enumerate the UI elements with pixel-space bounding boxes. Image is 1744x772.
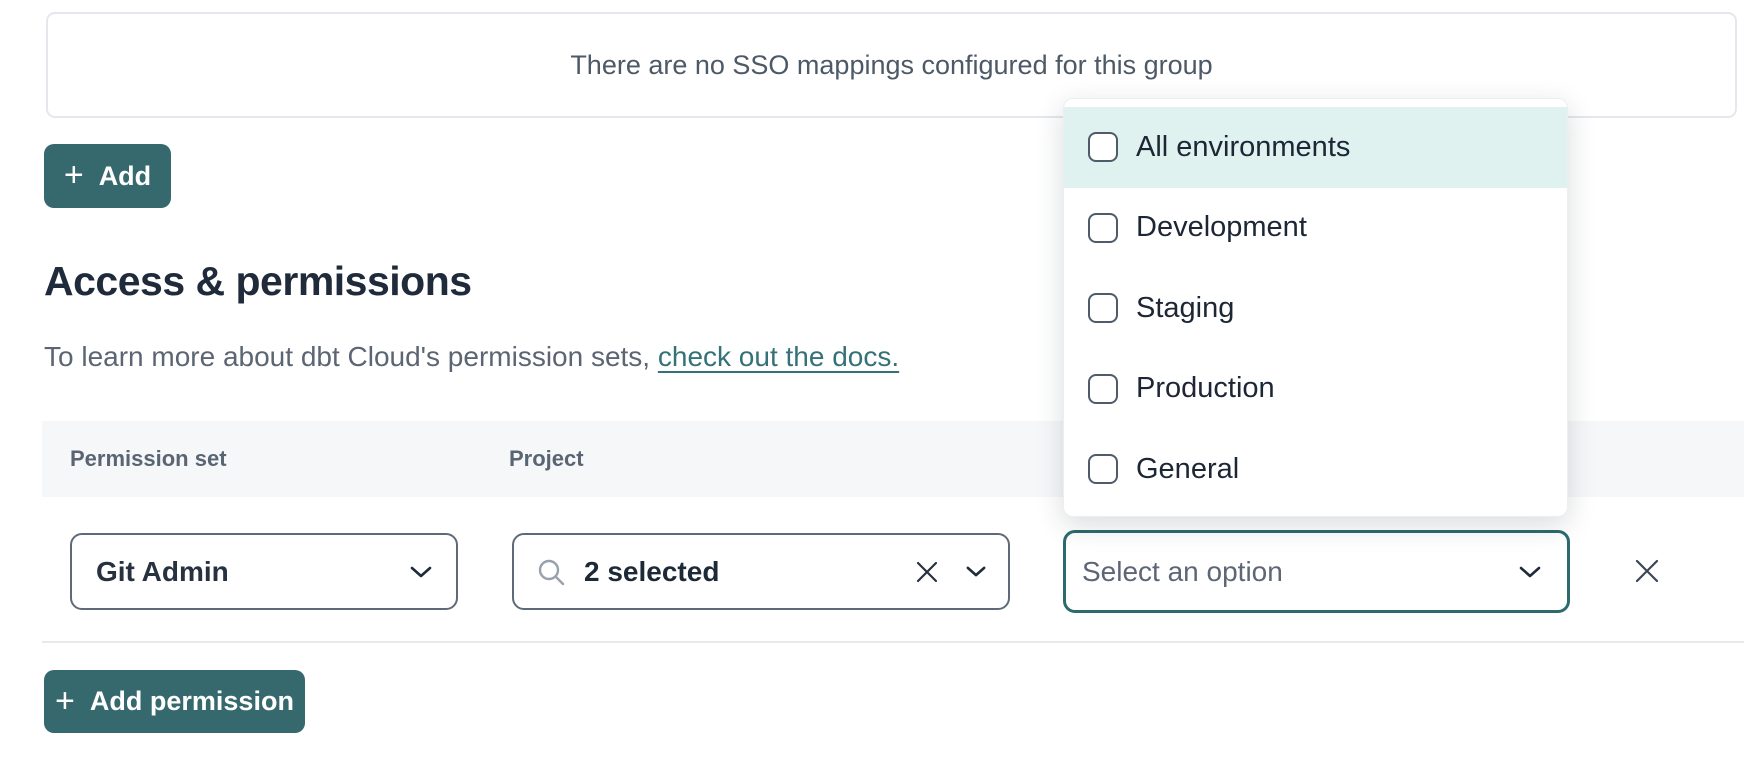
section-description: To learn more about dbt Cloud's permissi… [44, 341, 899, 373]
add-sso-mapping-button[interactable]: + Add [44, 144, 171, 208]
environment-select[interactable]: Select an option [1063, 530, 1570, 613]
dropdown-option-development[interactable]: Development [1064, 188, 1567, 269]
permission-set-select[interactable]: Git Admin [70, 533, 458, 610]
chevron-down-icon [410, 565, 432, 579]
remove-row-x-icon [1633, 557, 1661, 585]
table-row-divider [42, 641, 1744, 643]
dropdown-option-staging[interactable]: Staging [1064, 268, 1567, 349]
search-icon [536, 557, 566, 587]
environment-placeholder: Select an option [1082, 556, 1519, 588]
clear-x-icon[interactable] [914, 559, 940, 585]
dropdown-option-all-environments[interactable]: All environments [1064, 107, 1567, 188]
sso-empty-state-message: There are no SSO mappings configured for… [570, 50, 1212, 81]
checkbox[interactable] [1088, 213, 1118, 243]
project-selected-count: 2 selected [584, 556, 914, 588]
permission-set-value: Git Admin [96, 556, 410, 588]
option-label: Production [1136, 372, 1275, 405]
checkbox[interactable] [1088, 132, 1118, 162]
add-permission-button[interactable]: + Add permission [44, 670, 305, 733]
project-select[interactable]: 2 selected [512, 533, 1010, 610]
dropdown-option-general[interactable]: General [1064, 429, 1567, 510]
column-header-project: Project [509, 446, 584, 472]
option-label: Development [1136, 211, 1307, 244]
docs-link[interactable]: check out the docs. [658, 341, 899, 372]
plus-icon: + [55, 684, 75, 718]
checkbox[interactable] [1088, 293, 1118, 323]
section-title: Access & permissions [44, 258, 472, 305]
chevron-down-icon [1519, 565, 1541, 579]
add-button-label: Add [99, 161, 151, 192]
option-label: Staging [1136, 292, 1234, 325]
chevron-down-icon [966, 565, 986, 578]
option-label: General [1136, 453, 1239, 486]
checkbox[interactable] [1088, 374, 1118, 404]
checkbox[interactable] [1088, 454, 1118, 484]
remove-permission-row-button[interactable] [1625, 549, 1669, 593]
plus-icon: + [64, 158, 84, 192]
environment-dropdown-menu: All environments Development Staging Pro… [1063, 98, 1568, 517]
column-header-permission-set: Permission set [70, 446, 227, 472]
description-text: To learn more about dbt Cloud's permissi… [44, 341, 650, 372]
add-permission-button-label: Add permission [90, 686, 294, 717]
dropdown-option-production[interactable]: Production [1064, 349, 1567, 430]
option-label: All environments [1136, 131, 1350, 164]
